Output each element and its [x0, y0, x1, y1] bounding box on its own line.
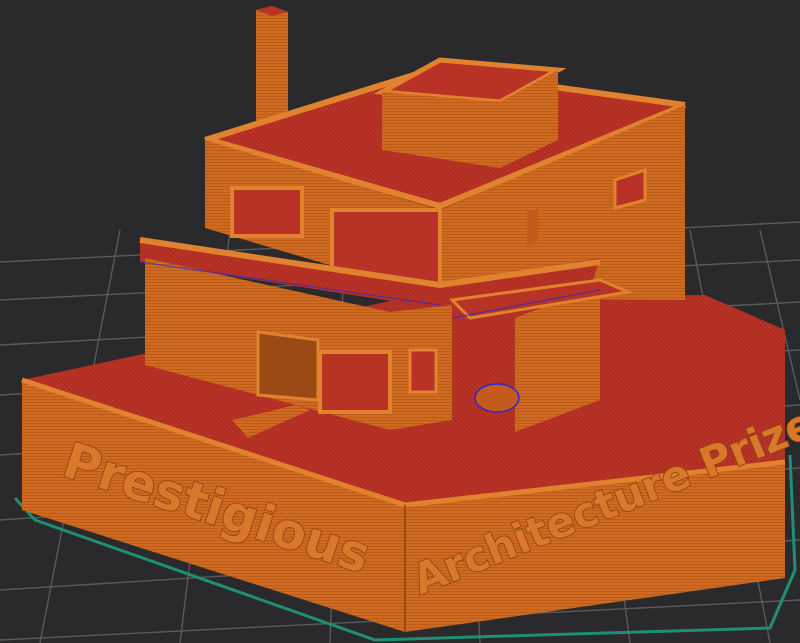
- chimney: [256, 6, 288, 125]
- slicer-preview-canvas[interactable]: Prestigious Architecture Prize: [0, 0, 800, 643]
- 3d-viewport[interactable]: Prestigious Architecture Prize: [0, 0, 800, 643]
- rooftop-box: [373, 57, 567, 168]
